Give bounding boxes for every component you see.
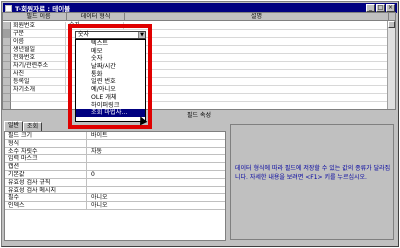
maximize-button[interactable]: □ xyxy=(376,4,385,12)
row-selector[interactable] xyxy=(3,86,11,94)
table-row[interactable] xyxy=(11,94,395,102)
data-type-combo-value: 숫자 xyxy=(78,31,90,38)
row-selector[interactable] xyxy=(3,46,11,54)
table-row[interactable]: 사진 xyxy=(11,70,395,78)
property-row[interactable]: 필수 아니오 xyxy=(5,194,225,203)
property-row[interactable]: 기본값 0 xyxy=(5,170,225,179)
chevron-down-icon[interactable]: ▼ xyxy=(138,32,145,38)
field-design-grid: 필드 이름 데이터 형식 설명 회원번호 숫자 구분 이름 생년월일 전화번호 자… xyxy=(2,12,396,110)
table-row[interactable] xyxy=(11,102,395,109)
row-selector-current[interactable] xyxy=(3,30,11,38)
row-selector[interactable] xyxy=(3,94,11,102)
property-row[interactable]: 소수 자릿수 자동 xyxy=(5,147,225,156)
data-type-header: 데이터 형식 xyxy=(67,13,125,21)
table-row[interactable]: 생년월일 xyxy=(11,46,395,54)
description-header: 설명 xyxy=(125,13,389,21)
property-row[interactable]: 유효성 검사 규칙 xyxy=(5,178,225,187)
field-name-header: 필드 이름 xyxy=(11,13,67,21)
row-selector[interactable] xyxy=(3,54,11,62)
row-selector[interactable] xyxy=(3,102,11,109)
grid-header: 필드 이름 데이터 형식 설명 xyxy=(3,13,395,21)
row-selector-key[interactable] xyxy=(3,22,11,30)
dropdown-option-text[interactable]: 텍스트 xyxy=(76,40,145,48)
property-row[interactable]: 캡션 xyxy=(5,163,225,171)
row-selector[interactable] xyxy=(3,70,11,78)
dropdown-option-ole[interactable]: OLE 개체 xyxy=(76,94,145,102)
close-button[interactable]: × xyxy=(386,4,395,12)
field-properties-label: 필드 속성 xyxy=(187,112,211,119)
minimize-button[interactable]: _ xyxy=(366,4,375,12)
property-row[interactable]: 필드 크기 바이트 xyxy=(5,132,225,140)
tab-lookup[interactable]: 조회 xyxy=(23,122,43,131)
properties-tabs: 일반 조회 xyxy=(4,121,43,131)
properties-grid: 필드 크기 바이트 형식 소수 자릿수 자동 입력 마스크 캡션 기본값 0 유효성 … xyxy=(4,131,226,241)
property-row[interactable]: 유효성 검사 메시지 xyxy=(5,186,225,195)
dropdown-option-datetime[interactable]: 날짜/시간 xyxy=(76,63,145,71)
help-text: 데이터 형식에 따라 필드에 저장할 수 있는 값의 종류가 달라집니다. 자세… xyxy=(235,165,391,181)
dropdown-option-autonumber[interactable]: 일련 번호 xyxy=(76,78,145,86)
dropdown-option-yesno[interactable]: 예/아니오 xyxy=(76,86,145,94)
table-row[interactable]: 자기소개 xyxy=(11,86,395,94)
table-icon xyxy=(5,4,12,12)
row-selector[interactable] xyxy=(3,38,11,46)
tab-general[interactable]: 일반 xyxy=(4,121,24,131)
table-row[interactable]: 전화번호 xyxy=(11,54,395,62)
table-row[interactable]: 등록일 xyxy=(11,78,395,86)
table-row[interactable]: 이름 xyxy=(11,38,395,46)
dropdown-option-number[interactable]: 숫자 xyxy=(76,55,145,63)
help-panel: 데이터 형식에 따라 필드에 저장할 수 있는 값의 종류가 달라집니다. 자세… xyxy=(230,124,394,240)
row-selector[interactable] xyxy=(3,62,11,70)
property-row[interactable]: 형식 xyxy=(5,139,225,148)
row-selector[interactable] xyxy=(3,78,11,86)
table-row[interactable]: 자기/관련주소 xyxy=(11,62,395,70)
table-row[interactable]: 구분 xyxy=(11,30,395,38)
property-row[interactable]: 인덱스 아니오 xyxy=(5,202,225,210)
data-type-dropdown-list[interactable]: 텍스트 메모 숫자 날짜/시간 통화 일련 번호 예/아니오 OLE 개체 하이… xyxy=(75,39,146,122)
table-row[interactable]: 회원번호 숫자 xyxy=(11,22,395,30)
property-row[interactable]: 입력 마스크 xyxy=(5,155,225,164)
data-type-combo[interactable]: 숫자 ▼ xyxy=(75,31,146,39)
grid-scrollbar[interactable] xyxy=(387,21,395,109)
dropdown-option-memo[interactable]: 메모 xyxy=(76,48,145,56)
scroll-up-button[interactable] xyxy=(388,21,395,28)
